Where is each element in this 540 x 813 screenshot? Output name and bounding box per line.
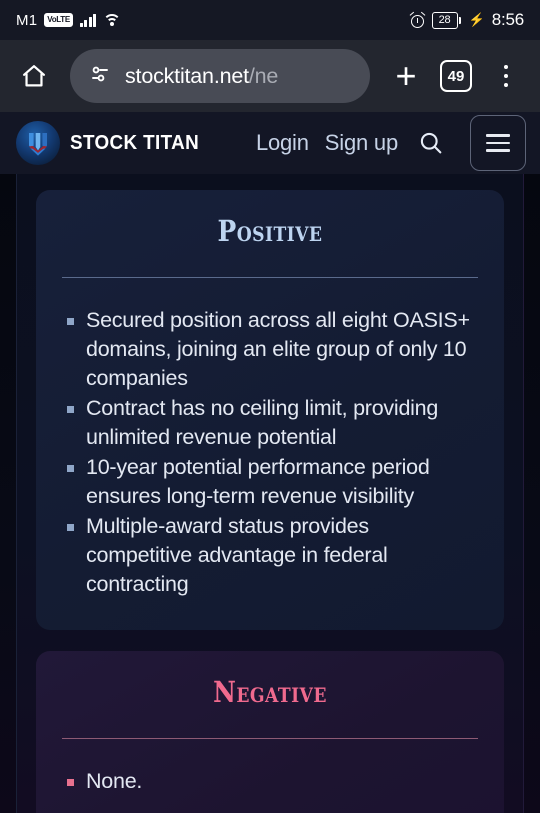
signal-bars-icon xyxy=(79,13,97,27)
browser-menu-button[interactable] xyxy=(486,56,526,96)
positive-card: Positive Secured position across all eig… xyxy=(36,190,504,630)
login-link[interactable]: Login xyxy=(256,130,309,156)
positive-card-divider xyxy=(62,276,478,278)
search-icon[interactable] xyxy=(414,126,448,160)
hamburger-menu-icon[interactable] xyxy=(470,115,526,171)
home-icon[interactable] xyxy=(14,56,54,96)
new-tab-button[interactable]: + xyxy=(386,56,426,96)
negative-card-divider xyxy=(62,737,478,739)
content-column: Positive Secured position across all eig… xyxy=(18,174,522,813)
signup-link[interactable]: Sign up xyxy=(325,130,398,156)
clock-label: 8:56 xyxy=(491,10,524,29)
alarm-clock-icon xyxy=(409,11,425,28)
battery-tip-icon xyxy=(458,16,461,24)
url-bar[interactable]: stocktitan.net/ne xyxy=(70,49,370,103)
url-text[interactable]: stocktitan.net/ne xyxy=(125,64,278,89)
right-gutter xyxy=(523,174,540,813)
wifi-icon xyxy=(103,13,122,27)
status-bar-left: M1 VoLTE xyxy=(16,11,122,29)
url-path: /ne xyxy=(248,63,279,88)
logo-glyph xyxy=(29,133,47,156)
list-item: 10-year potential performance period ens… xyxy=(60,453,480,511)
tab-count-badge: 49 xyxy=(440,60,472,92)
positive-card-title: Positive xyxy=(217,214,323,248)
list-item: Secured position across all eight OASIS+… xyxy=(60,306,480,393)
battery-indicator: 28 xyxy=(431,11,461,29)
list-item: None. xyxy=(60,767,480,796)
list-item: Multiple-award status provides competiti… xyxy=(60,512,480,599)
page-body: Positive Secured position across all eig… xyxy=(0,174,540,813)
kebab-menu-icon xyxy=(503,64,509,88)
status-bar-right: 28 ⚡ 8:56 xyxy=(409,10,524,30)
url-host: stocktitan.net xyxy=(125,63,249,88)
status-bar: M1 VoLTE 28 ⚡ 8:56 xyxy=(0,0,540,40)
tab-switcher-button[interactable]: 49 xyxy=(436,56,476,96)
volte-badge: VoLTE xyxy=(44,13,73,27)
negative-card: Negative None. xyxy=(36,650,504,813)
negative-card-title: Negative xyxy=(213,674,327,709)
stock-titan-logo-icon[interactable] xyxy=(16,121,60,165)
battery-percent-label: 28 xyxy=(431,11,458,29)
left-gutter xyxy=(0,174,17,813)
brand-wordmark[interactable]: STOCK TITAN xyxy=(70,131,199,155)
site-header: STOCK TITAN Login Sign up xyxy=(0,112,540,174)
negative-bullet-list: None. xyxy=(60,767,480,796)
charging-bolt-icon: ⚡ xyxy=(468,12,485,27)
list-item: Contract has no ceiling limit, providing… xyxy=(60,394,480,452)
tune-sliders-icon[interactable] xyxy=(88,62,112,91)
header-nav: Login Sign up xyxy=(256,115,526,171)
carrier-label: M1 xyxy=(16,11,38,29)
plus-icon: + xyxy=(395,55,417,96)
positive-bullet-list: Secured position across all eight OASIS+… xyxy=(60,306,480,599)
browser-toolbar: stocktitan.net/ne + 49 xyxy=(0,40,540,112)
